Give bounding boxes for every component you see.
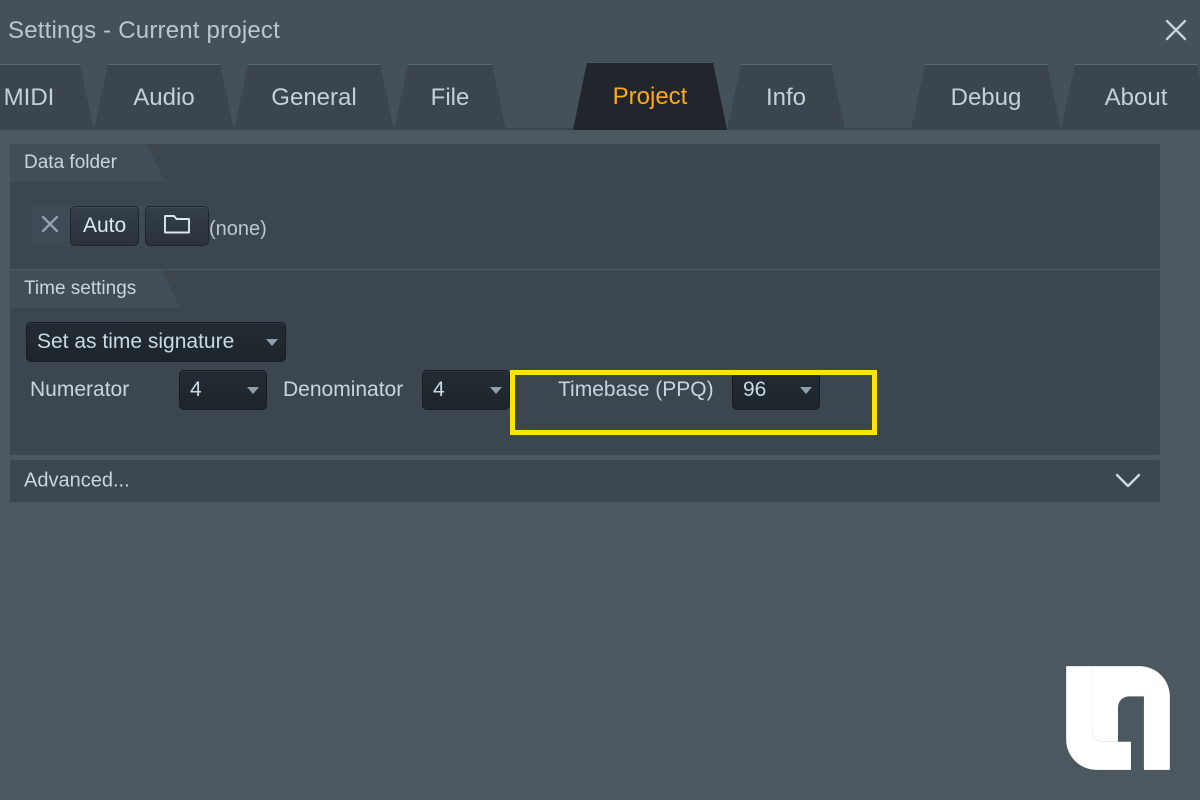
tab-label: Debug: [950, 83, 1022, 111]
tab-label: Info: [765, 83, 807, 111]
numerator-label: Numerator: [30, 378, 130, 401]
chevron-down-icon: [259, 338, 285, 347]
time-signature-mode-value: Set as time signature: [37, 330, 235, 353]
tab-label: MIDI: [3, 83, 55, 111]
denominator-label: Denominator: [283, 378, 404, 401]
close-x-icon: [39, 213, 61, 240]
timebase-value: 96: [743, 378, 767, 401]
data-folder-panel: Data folder Auto (none): [10, 144, 1160, 269]
timebase-label: Timebase (PPQ): [558, 378, 714, 401]
tab-file[interactable]: File: [394, 64, 506, 130]
advanced-label: Advanced...: [24, 469, 130, 492]
data-folder-header: Data folder: [10, 144, 165, 182]
auto-button[interactable]: Auto: [70, 206, 140, 246]
close-icon[interactable]: [1156, 10, 1196, 50]
auto-button-label: Auto: [83, 214, 127, 237]
tab-strip: MIDI Audio General File Project Info Deb…: [0, 62, 1200, 130]
denominator-dropdown[interactable]: 4: [422, 370, 510, 410]
clear-data-folder-button[interactable]: [32, 206, 68, 246]
brand-logo: [1064, 664, 1172, 772]
tab-about[interactable]: About: [1061, 64, 1200, 130]
tab-project[interactable]: Project: [573, 62, 727, 130]
numerator-dropdown[interactable]: 4: [179, 370, 267, 410]
tab-label: Project: [612, 82, 688, 110]
settings-content: Data folder Auto (none) Time settings Se…: [0, 130, 1200, 800]
tab-midi[interactable]: MIDI: [0, 64, 94, 130]
data-folder-controls: Auto: [32, 206, 210, 246]
numerator-value: 4: [190, 378, 202, 401]
folder-icon: [163, 212, 191, 241]
time-signature-mode-dropdown[interactable]: Set as time signature: [26, 322, 286, 362]
title-bar: Settings - Current project: [0, 0, 1200, 62]
chevron-down-icon: [793, 386, 819, 395]
tab-label: About: [1104, 83, 1168, 111]
browse-folder-button[interactable]: [145, 206, 210, 246]
chevron-down-icon: [1114, 472, 1142, 490]
chevron-down-icon: [240, 386, 266, 395]
timebase-dropdown[interactable]: 96: [732, 370, 820, 410]
tab-label: Audio: [133, 83, 195, 111]
chevron-down-icon: [483, 386, 509, 395]
tab-audio[interactable]: Audio: [94, 64, 234, 130]
denominator-value: 4: [433, 378, 445, 401]
tab-info[interactable]: Info: [727, 64, 845, 130]
advanced-section-toggle[interactable]: Advanced...: [10, 460, 1160, 502]
tab-label: File: [430, 83, 470, 111]
time-settings-panel: Time settings Set as time signature Nume…: [10, 270, 1160, 455]
tab-general[interactable]: General: [234, 64, 394, 130]
tab-debug[interactable]: Debug: [911, 64, 1061, 130]
time-settings-header: Time settings: [10, 270, 180, 308]
data-folder-path: (none): [209, 218, 267, 240]
window-title: Settings - Current project: [8, 17, 280, 44]
tab-label: General: [271, 83, 357, 111]
